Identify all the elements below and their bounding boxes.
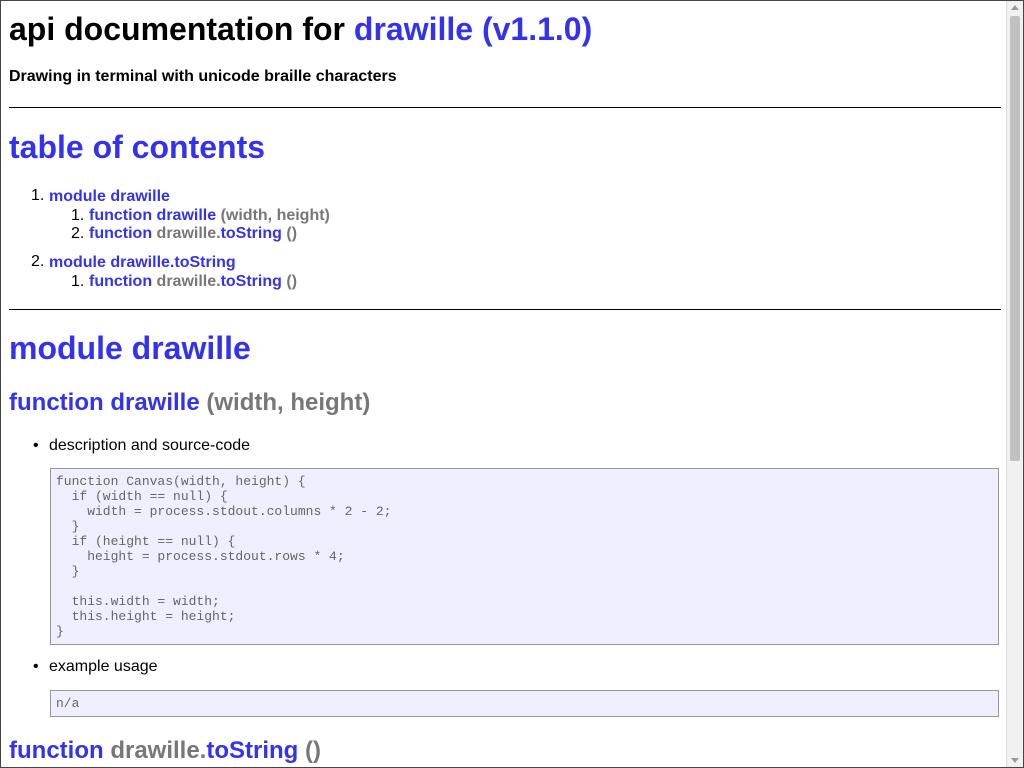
keyword-label: function	[89, 225, 153, 242]
divider	[9, 309, 1001, 310]
divider	[9, 107, 1001, 108]
module-heading-link[interactable]: module drawille	[9, 330, 251, 366]
keyword-label: function	[89, 207, 153, 224]
function-heading-tostring: function drawille.toString ()	[9, 737, 321, 765]
function-name: drawille	[156, 207, 217, 224]
owner-label: drawille.	[156, 225, 221, 242]
toc-heading: table of contents	[9, 129, 265, 166]
toc-subitem: 1. function drawille.toString ()	[49, 273, 330, 291]
toc-heading-link[interactable]: table of contents	[9, 129, 265, 165]
title-package-link[interactable]: drawille (v1.1.0)	[354, 11, 592, 47]
toc-number: 1.	[31, 187, 45, 204]
table-of-contents: 1. module drawille 1. function drawille …	[9, 187, 330, 301]
description-label: description and source-code	[33, 437, 250, 455]
toc-item-module-drawille: 1. module drawille 1. function drawille …	[9, 187, 330, 243]
toc-link-tostring-name[interactable]: toString	[221, 273, 282, 290]
keyword-label: function	[9, 389, 104, 416]
module-heading: module drawille	[9, 330, 251, 367]
function-args: (width, height)	[206, 389, 371, 416]
page-title: api documentation for drawille (v1.1.0)	[9, 11, 592, 48]
example-usage-label: example usage	[33, 658, 157, 676]
title-prefix: api documentation for	[9, 11, 345, 47]
function-name: drawille	[110, 389, 200, 416]
toc-link-function-drawille[interactable]: function drawille	[89, 207, 216, 224]
toc-number: 2.	[31, 253, 45, 270]
source-code-block: function Canvas(width, height) { if (wid…	[50, 468, 999, 645]
toc-number: 2.	[71, 225, 85, 242]
toc-link-tostring-name[interactable]: toString	[221, 225, 282, 242]
function-args: ()	[286, 273, 298, 290]
toc-subitem: 1. function drawille (width, height)	[49, 207, 330, 225]
toc-link-function-tostring[interactable]: function	[89, 225, 152, 242]
keyword-label: function	[89, 273, 153, 290]
toc-subitem: 2. function drawille.toString ()	[49, 225, 330, 243]
page-subtitle: Drawing in terminal with unicode braille…	[9, 68, 397, 85]
toc-link-module-drawille[interactable]: module drawille	[49, 188, 170, 205]
owner-label: drawille.	[110, 737, 207, 764]
toc-number: 1.	[71, 207, 85, 224]
browser-viewport: api documentation for drawille (v1.1.0) …	[0, 0, 1024, 768]
function-args: (width, height)	[220, 207, 330, 224]
toc-number: 1.	[71, 273, 85, 290]
owner-label: drawille.	[156, 273, 221, 290]
function-heading-link[interactable]: function drawille	[9, 389, 200, 416]
scrollbar-thumb[interactable]	[1010, 16, 1020, 461]
function-args: ()	[286, 225, 298, 242]
example-code-block: n/a	[50, 690, 999, 717]
scroll-down-arrow-icon[interactable]	[1011, 758, 1019, 763]
toc-item-module-drawille-tostring: 2. module drawille.toString 1. function …	[9, 253, 330, 291]
toc-link-module-drawille-tostring[interactable]: module drawille.toString	[49, 254, 236, 271]
function-name-link[interactable]: toString	[206, 737, 298, 764]
vertical-scrollbar[interactable]	[1006, 1, 1023, 767]
scroll-up-arrow-icon[interactable]	[1011, 5, 1019, 10]
function-keyword-link[interactable]: function	[9, 737, 104, 764]
function-heading-drawille: function drawille (width, height)	[9, 389, 370, 417]
function-args: ()	[305, 737, 321, 764]
toc-link-function-tostring[interactable]: function	[89, 273, 152, 290]
